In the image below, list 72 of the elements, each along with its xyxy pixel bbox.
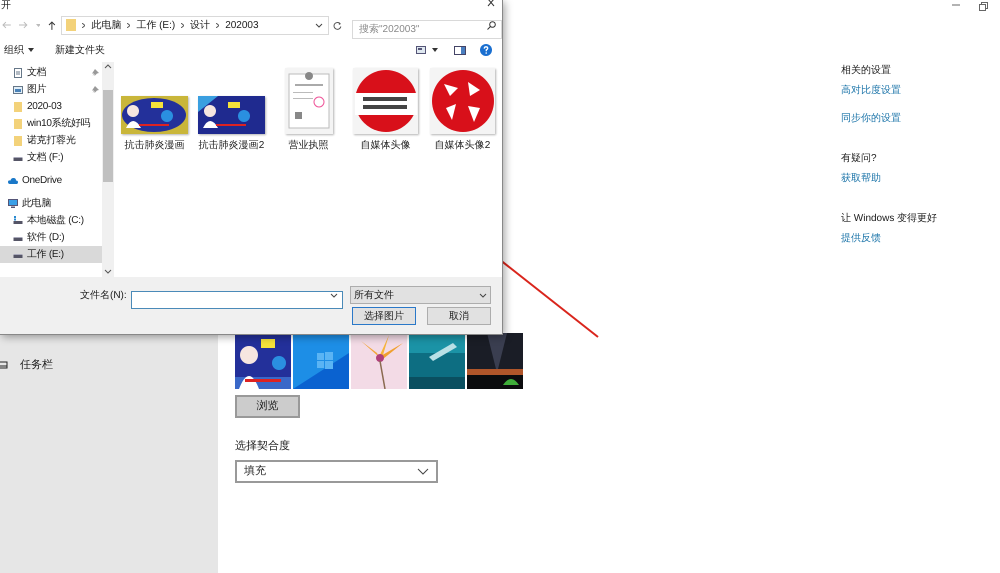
- chevron-down-icon: [479, 292, 487, 298]
- scrollbar[interactable]: [102, 62, 114, 277]
- filename-label: 文件名(N):: [80, 288, 128, 302]
- drive-icon: [13, 216, 23, 226]
- dialog-button[interactable]: 选择图片: [352, 307, 416, 325]
- dropdown-value: 填充: [244, 464, 266, 479]
- chevron-down-icon[interactable]: [315, 22, 324, 28]
- browse-button[interactable]: 浏览: [235, 395, 300, 418]
- nav-item[interactable]: 图片: [0, 81, 102, 98]
- nav-item[interactable]: 文档 (F:): [0, 149, 102, 166]
- file-item[interactable]: 营业执照: [270, 68, 347, 153]
- chevron-up-icon: [102, 62, 114, 70]
- search-field[interactable]: 搜索"202003": [352, 20, 502, 38]
- settings-link[interactable]: 提供反馈: [841, 232, 881, 246]
- nav-item[interactable]: 本地磁盘 (C:): [0, 212, 102, 229]
- nav-item[interactable]: win10系统好吗: [0, 115, 102, 132]
- nav-item[interactable]: 文档: [0, 64, 102, 81]
- chevron-down-icon: [102, 268, 114, 276]
- minimize-icon[interactable]: [951, 2, 961, 8]
- organize-menu[interactable]: 组织: [4, 42, 34, 58]
- sidebar-item[interactable]: 任务栏: [20, 356, 53, 374]
- picture-icon: [13, 84, 23, 94]
- nav-item[interactable]: OneDrive: [0, 172, 102, 189]
- dialog-button[interactable]: 取消: [427, 307, 491, 325]
- chevron-right-icon: [127, 22, 130, 28]
- chevron-right-icon: [216, 22, 220, 28]
- breadcrumb[interactable]: 202003: [225, 18, 259, 32]
- folder-icon: [66, 19, 76, 31]
- nav-item[interactable]: 此电脑: [0, 195, 102, 212]
- settings-link[interactable]: 获取帮助: [841, 172, 881, 186]
- file-item[interactable]: 自媒体头像: [347, 68, 424, 153]
- scrollbar-thumb[interactable]: [103, 90, 113, 182]
- view-icon[interactable]: [416, 46, 426, 54]
- restore-icon[interactable]: [979, 2, 988, 11]
- taskbar-icon: [0, 361, 8, 369]
- chevron-right-icon: [181, 22, 184, 28]
- filename-field[interactable]: [131, 290, 343, 308]
- preview-pane-icon[interactable]: [454, 46, 466, 54]
- help-icon[interactable]: [480, 44, 492, 56]
- chevron-down-icon: [417, 468, 429, 474]
- search-icon: [487, 20, 496, 30]
- section-heading: 相关的设置: [841, 64, 892, 78]
- caret-icon: [28, 48, 34, 52]
- file-type-dropdown[interactable]: 所有文件: [350, 286, 491, 304]
- address-bar[interactable]: 此电脑 工作 (E:) 设计 202003: [61, 16, 330, 34]
- chevron-right-icon: [82, 22, 86, 28]
- breadcrumb[interactable]: 此电脑: [91, 18, 122, 32]
- section-heading: 让 Windows 变得更好: [841, 212, 938, 226]
- file-item[interactable]: 抗击肺炎漫画2: [193, 68, 270, 153]
- chevron-down-icon: [330, 293, 338, 298]
- fit-label: 选择契合度: [235, 438, 291, 454]
- refresh-icon[interactable]: [333, 20, 342, 30]
- file-item[interactable]: 自媒体头像2: [424, 68, 501, 153]
- new-folder-button[interactable]: 新建文件夹: [55, 42, 105, 58]
- up-arrow-icon[interactable]: [48, 20, 56, 30]
- section-heading: 有疑问?: [841, 152, 878, 166]
- settings-link[interactable]: 同步你的设置: [841, 112, 901, 126]
- file-item[interactable]: 抗击肺炎漫画: [116, 68, 193, 153]
- breadcrumb[interactable]: 设计: [190, 18, 210, 32]
- monitor-icon: [8, 198, 18, 208]
- nav-item[interactable]: 2020-03: [0, 98, 102, 115]
- breadcrumb[interactable]: 工作 (E:): [136, 18, 176, 32]
- nav-item[interactable]: 软件 (D:): [0, 229, 102, 246]
- cloud-icon: [8, 176, 18, 186]
- document-icon: [13, 68, 23, 78]
- nav-item[interactable]: 诺克打蓉光: [0, 132, 102, 149]
- window-title: 开: [0, 0, 11, 11]
- fit-dropdown[interactable]: 填充: [235, 460, 438, 482]
- caret-icon[interactable]: [432, 48, 438, 52]
- nav-item[interactable]: 工作 (E:): [0, 246, 102, 263]
- settings-link[interactable]: 高对比度设置: [841, 84, 901, 98]
- close-icon[interactable]: [487, 0, 495, 7]
